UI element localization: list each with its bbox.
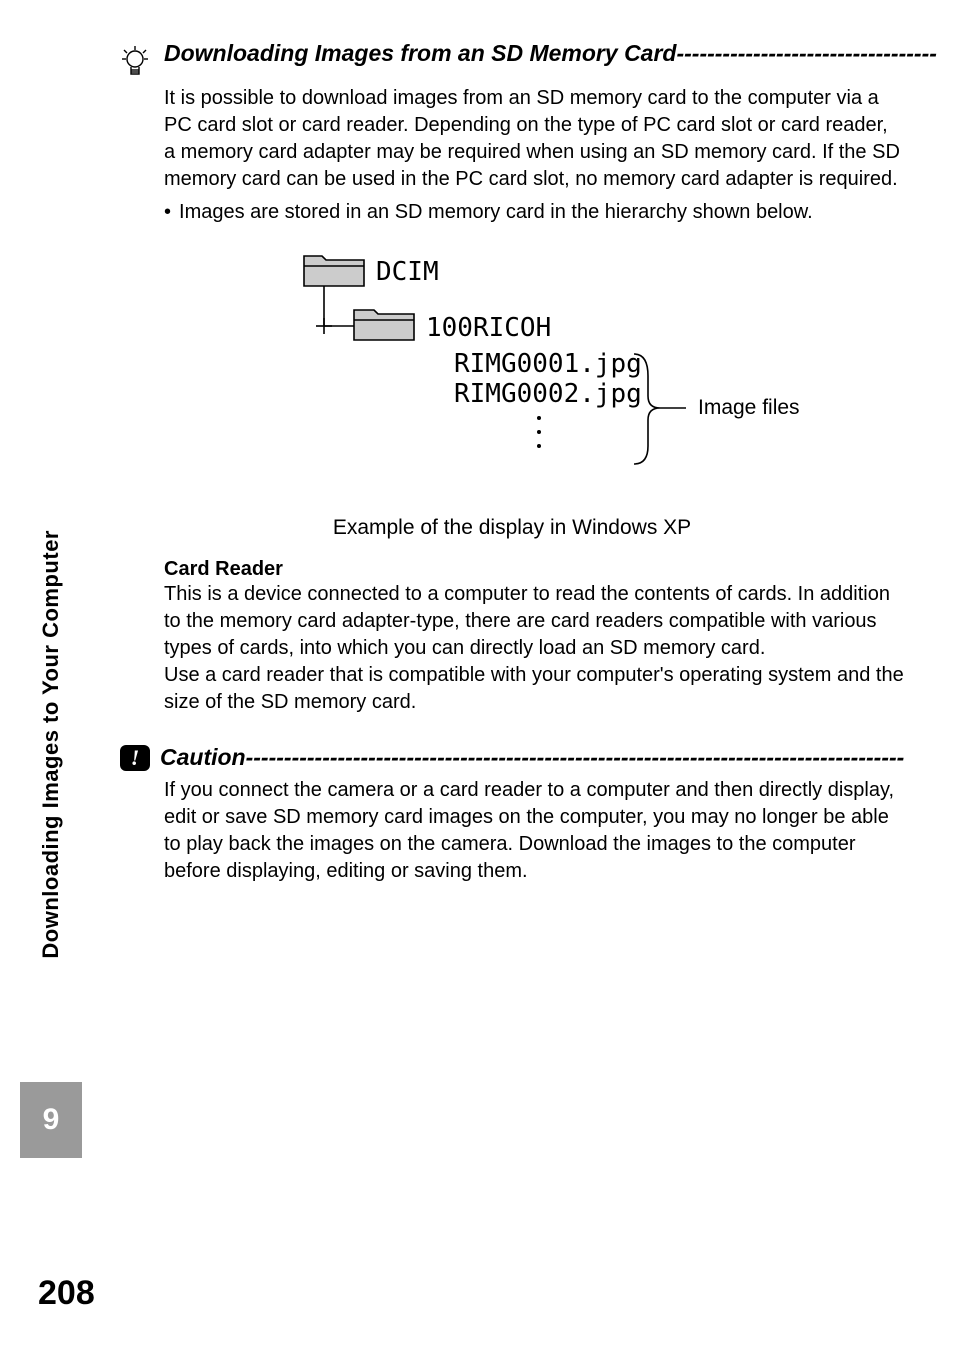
dcim-label: DCIM — [376, 257, 439, 287]
tip-heading: Downloading Images from an SD Memory Car… — [164, 40, 937, 67]
caution-heading: Caution---------------------------------… — [160, 744, 904, 771]
heading-dashes: ---------------------------------- — [676, 40, 936, 66]
bullet-marker: • — [164, 199, 171, 226]
subfolder-label: 100RICOH — [426, 313, 551, 343]
tip-heading-text: Downloading Images from an SD Memory Car… — [164, 40, 676, 66]
lightbulb-tip-icon — [120, 40, 156, 85]
file2-label: RIMG0002.jpg — [454, 379, 642, 409]
file1-label: RIMG0001.jpg — [454, 349, 642, 379]
page-number: 208 — [38, 1274, 95, 1313]
sidebar-section-label: Downloading Images to Your Computer — [38, 530, 64, 959]
tip-bullet: Images are stored in an SD memory card i… — [179, 199, 813, 226]
chapter-number-tab: 9 — [20, 1082, 82, 1158]
caution-icon: ! — [120, 745, 150, 771]
brace-label: Image files — [698, 396, 800, 419]
caution-dashes: ----------------------------------------… — [246, 744, 904, 770]
folder-hierarchy-diagram: DCIM 100RICOH RIMG0001.jpg RIMG0002.jpg … — [164, 246, 904, 506]
card-reader-body1: This is a device connected to a computer… — [164, 581, 904, 662]
diagram-caption: Example of the display in Windows XP — [120, 516, 904, 540]
tip-body: It is possible to download images from a… — [164, 85, 904, 193]
caution-heading-text: Caution — [160, 744, 246, 770]
card-reader-heading: Card Reader — [164, 558, 904, 581]
caution-body: If you connect the camera or a card read… — [164, 777, 904, 885]
card-reader-body2: Use a card reader that is compatible wit… — [164, 662, 904, 716]
